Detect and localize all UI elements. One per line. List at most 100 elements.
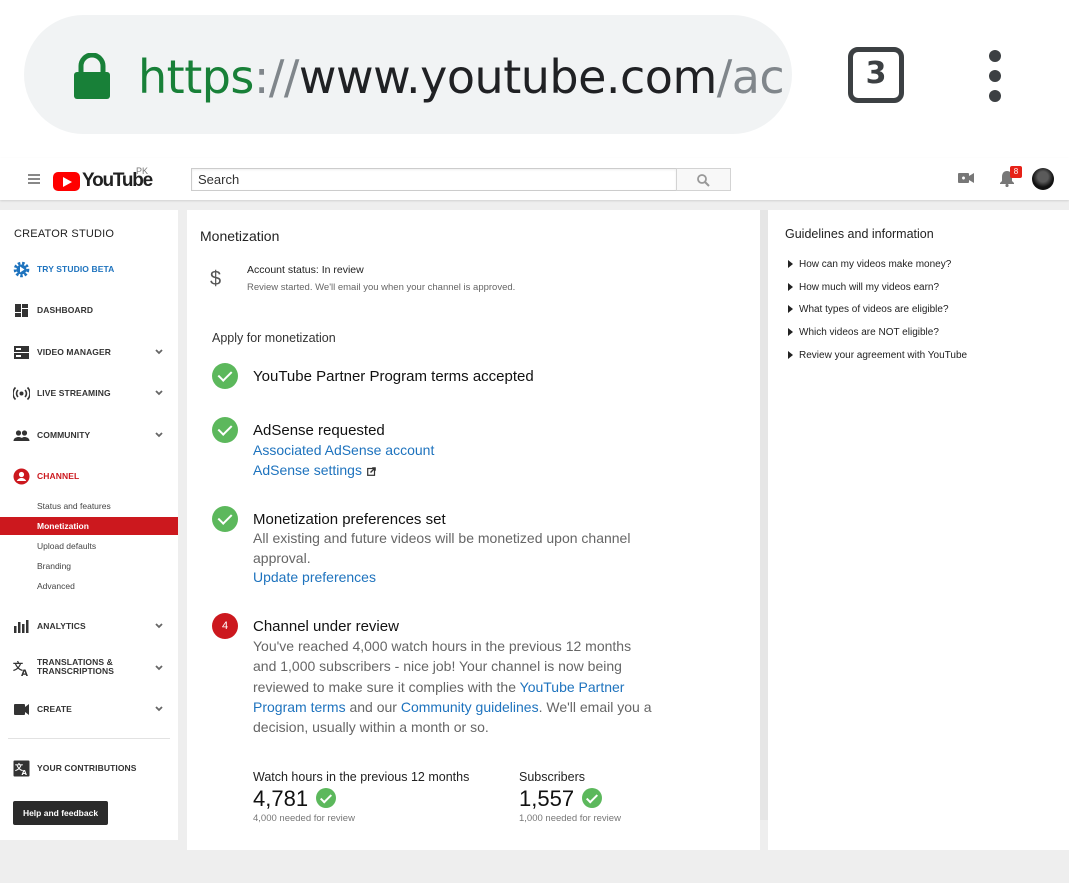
- search-icon: [697, 174, 710, 187]
- chevron-down-icon: [155, 665, 163, 671]
- step-4-number-badge: 4: [212, 613, 238, 639]
- sidebar-item-live-streaming[interactable]: LIVE STREAMING: [0, 378, 178, 408]
- sidebar-subitem-advanced[interactable]: Advanced: [0, 577, 178, 595]
- analytics-bars-icon: [14, 620, 29, 633]
- browser-menu-icon[interactable]: [980, 50, 1010, 102]
- subscribers-requirement: 1,000 needed for review: [519, 813, 621, 824]
- dashboard-icon: [15, 304, 28, 317]
- monetization-panel: Monetization $ Account status: In review…: [187, 210, 760, 850]
- sidebar-item-channel[interactable]: CHANNEL: [0, 461, 178, 491]
- search-button[interactable]: [676, 168, 731, 191]
- account-status: Account status: In review: [247, 264, 364, 276]
- chevron-down-icon: [155, 432, 163, 438]
- creator-studio-sidebar: CREATOR STUDIO TRY STUDIO BETA DASHBOARD…: [0, 210, 178, 840]
- guideline-link[interactable]: What types of videos are eligible?: [788, 304, 949, 315]
- sidebar-item-label: CHANNEL: [37, 471, 80, 481]
- studio-gear-icon: [13, 261, 30, 278]
- page-title: Monetization: [200, 228, 280, 244]
- tab-switcher-button[interactable]: 3: [848, 47, 904, 103]
- associated-adsense-account-link[interactable]: Associated AdSense account: [253, 442, 434, 458]
- chevron-down-icon: [155, 390, 163, 396]
- sidebar-subitem-status-and-features[interactable]: Status and features: [0, 497, 178, 515]
- sidebar-item-video-manager[interactable]: VIDEO MANAGER: [0, 337, 178, 367]
- hamburger-menu-icon[interactable]: [28, 174, 40, 184]
- upload-video-icon[interactable]: [958, 172, 974, 184]
- sidebar-item-label: TRY STUDIO BETA: [37, 264, 115, 274]
- youtube-masthead: YouTube PK Search 8: [0, 158, 1069, 200]
- step-complete-check-icon: [212, 506, 238, 532]
- svg-text:A: A: [22, 769, 28, 777]
- lock-icon: [74, 53, 110, 99]
- subscribers-value: 1,557: [519, 786, 575, 811]
- translations-line-2: TRANSCRIPTIONS: [37, 666, 114, 676]
- step-3-description: All existing and future videos will be m…: [253, 530, 631, 567]
- community-guidelines-link[interactable]: Community guidelines: [401, 699, 539, 715]
- sidebar-item-dashboard[interactable]: DASHBOARD: [0, 295, 178, 325]
- address-bar[interactable]: https://www.youtube.com/ac: [24, 15, 792, 134]
- youtube-play-icon: [53, 172, 80, 191]
- account-status-detail: Review started. We'll email you when you…: [247, 282, 516, 293]
- watch-hours-label: Watch hours in the previous 12 months: [253, 770, 470, 784]
- sidebar-title: CREATOR STUDIO: [14, 228, 115, 240]
- account-avatar[interactable]: [1032, 168, 1054, 190]
- sidebar-item-label: CREATE: [37, 704, 72, 714]
- step-1-title: YouTube Partner Program terms accepted: [253, 368, 534, 385]
- translate-icon: 文 A: [13, 660, 28, 677]
- sidebar-item-translations[interactable]: 文 A TRANSLATIONS & TRANSCRIPTIONS: [0, 653, 178, 683]
- sidebar-item-your-contributions[interactable]: 文 A YOUR CONTRIBUTIONS: [0, 753, 178, 783]
- sidebar-item-community[interactable]: COMMUNITY: [0, 420, 178, 450]
- guidelines-title: Guidelines and information: [785, 227, 934, 241]
- help-and-feedback-button[interactable]: Help and feedback: [13, 801, 108, 825]
- step-complete-check-icon: [212, 363, 238, 389]
- guideline-link[interactable]: How much will my videos earn?: [788, 282, 939, 293]
- sidebar-item-create[interactable]: CREATE: [0, 694, 178, 724]
- subscribers-check-icon: [582, 788, 602, 808]
- chevron-down-icon: [155, 349, 163, 355]
- update-preferences-link[interactable]: Update preferences: [253, 569, 376, 585]
- subscribers-label: Subscribers: [519, 770, 585, 784]
- region-code: PK: [136, 166, 149, 176]
- guideline-link[interactable]: How can my videos make money?: [788, 259, 951, 270]
- live-streaming-icon: [13, 386, 30, 401]
- url-text: https://www.youtube.com/ac: [138, 50, 785, 104]
- sidebar-item-try-studio-beta[interactable]: TRY STUDIO BETA: [0, 254, 178, 284]
- step-2-title: AdSense requested: [253, 422, 385, 439]
- step-4-text-b: and our: [345, 698, 401, 715]
- sidebar-subitem-branding[interactable]: Branding: [0, 557, 178, 575]
- dollar-icon: $: [210, 268, 222, 290]
- sidebar-divider: [8, 738, 170, 739]
- guideline-link[interactable]: Review your agreement with YouTube: [788, 350, 967, 361]
- sidebar-item-label: ANALYTICS: [37, 621, 86, 631]
- sidebar-item-analytics[interactable]: ANALYTICS: [0, 611, 178, 641]
- video-camera-icon: [14, 704, 29, 715]
- chevron-down-icon: [155, 623, 163, 629]
- guideline-link[interactable]: Which videos are NOT eligible?: [788, 327, 939, 338]
- search-input[interactable]: Search: [191, 168, 677, 191]
- sidebar-item-label: LIVE STREAMING: [37, 388, 111, 398]
- notification-count-badge: 8: [1010, 166, 1022, 178]
- contributions-translate-icon: 文 A: [13, 760, 30, 777]
- video-manager-icon: [14, 346, 29, 359]
- community-people-icon: [13, 430, 30, 441]
- step-complete-check-icon: [212, 417, 238, 443]
- external-link-icon: [367, 466, 376, 476]
- sidebar-subitem-monetization[interactable]: Monetization: [0, 517, 178, 535]
- step-4-title: Channel under review: [253, 618, 399, 635]
- step-4-description: You've reached 4,000 watch hours in the …: [253, 636, 653, 737]
- panel-scrollbar[interactable]: [760, 210, 768, 820]
- sidebar-item-label: VIDEO MANAGER: [37, 347, 112, 357]
- sidebar-item-label: TRANSLATIONS & TRANSCRIPTIONS: [37, 658, 114, 676]
- watch-hours-requirement: 4,000 needed for review: [253, 813, 355, 824]
- adsense-settings-label: AdSense settings: [253, 462, 362, 478]
- guidelines-panel: Guidelines and information How can my vi…: [768, 210, 1069, 850]
- sidebar-item-label: COMMUNITY: [37, 430, 91, 440]
- adsense-settings-link[interactable]: AdSense settings: [253, 462, 376, 478]
- watch-hours-value: 4,781: [253, 786, 309, 811]
- watch-hours-check-icon: [316, 788, 336, 808]
- sidebar-subitem-upload-defaults[interactable]: Upload defaults: [0, 537, 178, 555]
- step-3-title: Monetization preferences set: [253, 511, 446, 528]
- browser-chrome: https://www.youtube.com/ac 3: [0, 0, 1069, 158]
- chevron-down-icon: [155, 706, 163, 712]
- sidebar-item-label: DASHBOARD: [37, 305, 94, 315]
- svg-text:A: A: [21, 669, 28, 677]
